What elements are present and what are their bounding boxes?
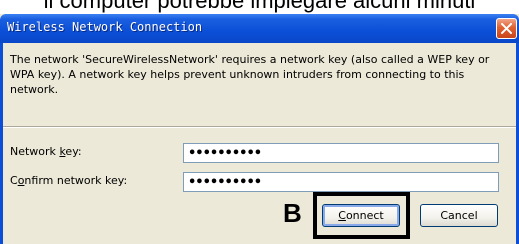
network-key-label: Network key: (10, 145, 82, 158)
dialog-message: The network 'SecureWirelessNetwork' requ… (10, 53, 490, 96)
separator (3, 126, 516, 128)
confirm-key-field[interactable] (183, 172, 499, 192)
network-key-field[interactable] (183, 143, 499, 163)
close-icon (501, 23, 512, 34)
dialog-titlebar[interactable]: Wireless Network Connection (0, 14, 519, 43)
confirm-key-label: Confirm network key: (10, 174, 128, 187)
cancel-button[interactable]: Cancel (420, 204, 498, 227)
connect-button[interactable]: Connect (322, 204, 400, 227)
dialog-title: Wireless Network Connection (7, 20, 203, 34)
annotation-label-b: B (283, 198, 302, 228)
close-button[interactable] (496, 18, 517, 39)
page-caption: il computer potrebbe impiegare alcuni mi… (43, 0, 476, 13)
